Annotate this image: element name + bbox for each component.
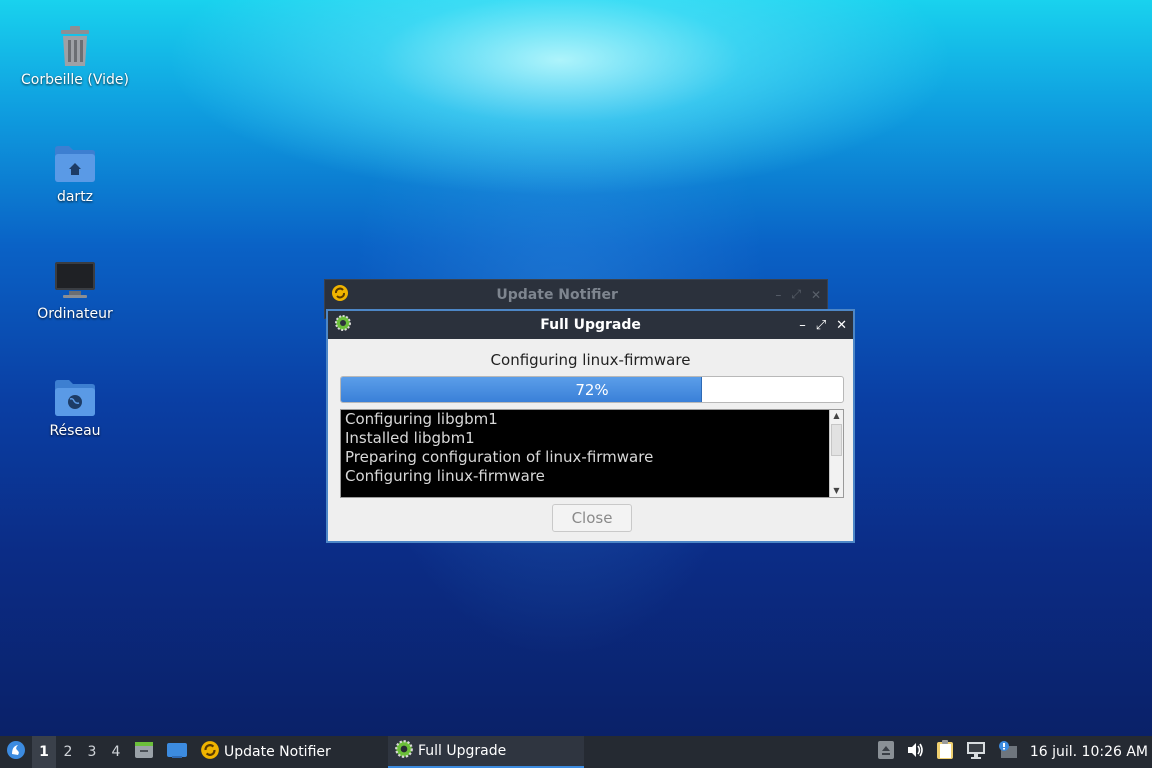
start-menu-icon	[6, 740, 26, 764]
close-button[interactable]: ✕	[811, 288, 821, 302]
minimize-button[interactable]: –	[799, 318, 806, 333]
log-line: Configuring libgbm1	[345, 410, 498, 428]
trash-icon	[51, 22, 99, 70]
maximize-button[interactable]: ⤢	[791, 287, 801, 302]
workspace-4[interactable]: 4	[104, 744, 128, 760]
show-desktop-icon	[166, 741, 188, 763]
desktop-icon-trash[interactable]: Corbeille (Vide)	[10, 22, 140, 88]
task-full-upgrade[interactable]: Full Upgrade	[388, 736, 584, 768]
computer-icon	[51, 256, 99, 304]
task-update-notifier[interactable]: Update Notifier	[194, 736, 388, 768]
scroll-down-icon[interactable]: ▼	[830, 485, 843, 497]
desktop-icon-computer[interactable]: Ordinateur	[10, 256, 140, 322]
desktop-icon-label: Réseau	[49, 423, 101, 439]
status-label: Configuring linux-firmware	[490, 351, 691, 369]
window-titlebar[interactable]: Full Upgrade – ⤢ ✕	[328, 311, 853, 339]
log-line: Configuring linux-firmware	[345, 467, 545, 485]
scroll-thumb[interactable]	[831, 424, 842, 456]
system-tray: 16 juil. 10:26 AM	[877, 736, 1152, 768]
window-title: Update Notifier	[496, 286, 618, 303]
volume-icon[interactable]	[906, 742, 924, 762]
window-titlebar[interactable]: Update Notifier – ⤢ ✕	[325, 280, 827, 309]
file-manager-launcher[interactable]	[128, 736, 160, 768]
network-icon[interactable]	[966, 741, 986, 763]
workspace-1[interactable]: 1	[32, 736, 56, 768]
file-manager-icon	[134, 741, 154, 763]
update-notifier-icon	[200, 740, 220, 764]
gear-icon	[334, 314, 352, 336]
close-button[interactable]: ✕	[836, 318, 847, 333]
show-desktop-button[interactable]	[160, 736, 194, 768]
taskbar: 1234 Update Notifier Full Upgrade 16 jui…	[0, 736, 1152, 768]
progress-label: 72%	[575, 380, 609, 399]
full-upgrade-window[interactable]: Full Upgrade – ⤢ ✕ Configuring linux-fir…	[326, 309, 855, 543]
desktop-icon-network[interactable]: Réseau	[10, 373, 140, 439]
update-alert-icon[interactable]	[998, 741, 1018, 763]
dialog-close-button[interactable]: Close	[552, 504, 632, 532]
update-notifier-icon	[331, 284, 349, 306]
eject-icon[interactable]	[877, 741, 894, 763]
workspace-switcher: 1234	[32, 736, 128, 768]
workspace-3[interactable]: 3	[80, 744, 104, 760]
clipboard-icon[interactable]	[936, 740, 954, 764]
upgrade-progress-bar: 72%	[340, 376, 844, 403]
log-output[interactable]: Configuring libgbm1 Installed libgbm1 Prep…	[340, 409, 844, 498]
minimize-button[interactable]: –	[775, 288, 781, 302]
desktop-icon-label: Ordinateur	[37, 306, 113, 322]
desktop-icon-home[interactable]: dartz	[10, 139, 140, 205]
task-label: Full Upgrade	[418, 743, 507, 759]
log-line: Preparing configuration of linux-firmwar…	[345, 448, 654, 466]
log-line: Installed libgbm1	[345, 429, 475, 447]
start-menu-button[interactable]	[0, 736, 32, 768]
gear-icon	[394, 739, 414, 763]
log-list: Configuring libgbm1 Installed libgbm1 Prep…	[341, 410, 843, 486]
home-folder-icon	[51, 139, 99, 187]
desktop-icon-label: dartz	[56, 189, 94, 205]
window-title: Full Upgrade	[540, 317, 641, 333]
network-folder-icon	[51, 373, 99, 421]
scroll-up-icon[interactable]: ▲	[830, 410, 843, 422]
clock[interactable]: 16 juil. 10:26 AM	[1030, 744, 1148, 760]
desktop-icon-label: Corbeille (Vide)	[21, 72, 129, 88]
maximize-button[interactable]: ⤢	[816, 318, 826, 333]
log-scrollbar[interactable]: ▲ ▼	[829, 410, 843, 497]
workspace-2[interactable]: 2	[56, 744, 80, 760]
task-label: Update Notifier	[224, 744, 331, 760]
